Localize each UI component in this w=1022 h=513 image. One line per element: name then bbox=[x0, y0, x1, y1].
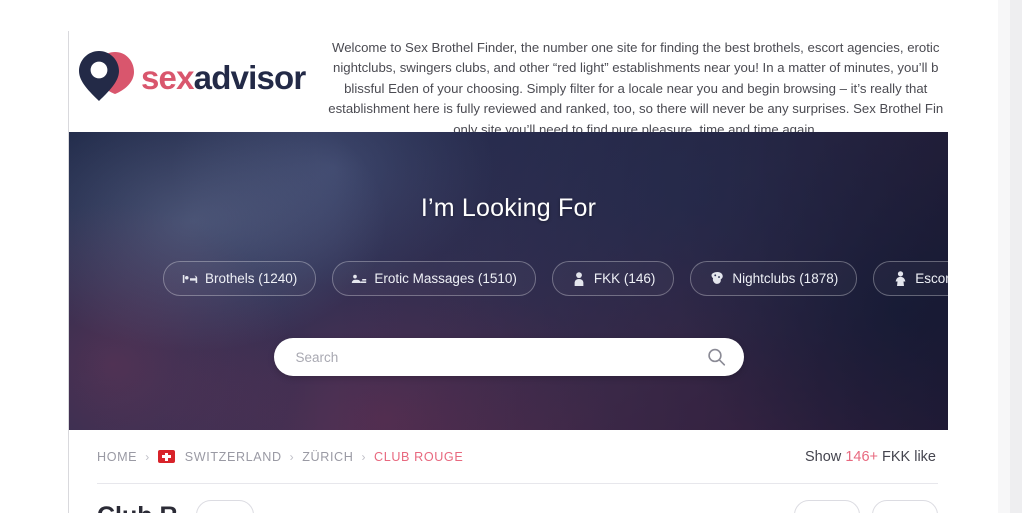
search-icon[interactable] bbox=[707, 348, 726, 367]
location-pin-heart-icon bbox=[77, 48, 139, 106]
breadcrumb-item-home[interactable]: HOME bbox=[97, 450, 137, 464]
logo-wordmark: sexadvisor bbox=[141, 58, 307, 96]
listing-title: Club R bbox=[97, 502, 178, 513]
category-pill-brothels[interactable]: Brothels (1240) bbox=[163, 261, 317, 296]
switzerland-flag-icon bbox=[157, 450, 175, 463]
filter-note-prefix: Show bbox=[805, 448, 846, 465]
category-filter-row: Brothels (1240) Erotic Massages (1510) F… bbox=[69, 261, 948, 296]
listing-section: Club R bbox=[69, 483, 948, 513]
category-pill-label: Brothels (1240) bbox=[205, 271, 298, 286]
category-pill-label: Erotic Massages (1510) bbox=[374, 271, 517, 286]
breadcrumb-bar: HOME › SWITZERLAND › ZÜRICH › CLUB ROUGE… bbox=[69, 430, 948, 483]
welcome-line-1: Welcome to Sex Brothel Finder, the numbe… bbox=[332, 40, 940, 55]
breadcrumb-item-zurich[interactable]: ZÜRICH bbox=[302, 450, 353, 464]
scrollbar-track[interactable] bbox=[1010, 0, 1022, 513]
category-pill-erotic-massages[interactable]: Erotic Massages (1510) bbox=[332, 261, 536, 296]
cocktail-icon bbox=[709, 271, 725, 287]
welcome-line-4: establishment here is fully reviewed and… bbox=[328, 101, 944, 117]
listing-action-button-1[interactable] bbox=[794, 500, 860, 513]
welcome-text: Welcome to Sex Brothel Finder, the numbe… bbox=[323, 38, 948, 140]
search-box[interactable] bbox=[273, 338, 744, 376]
massage-icon bbox=[351, 271, 367, 287]
breadcrumb-item-club-rouge: CLUB ROUGE bbox=[374, 449, 464, 464]
bed-icon bbox=[182, 271, 198, 287]
site-logo[interactable]: sexadvisor bbox=[77, 48, 307, 106]
page-content: sexadvisor Welcome to Sex Brothel Finder… bbox=[68, 31, 948, 513]
category-pill-label: FKK (146) bbox=[593, 271, 656, 286]
category-pill-fkk[interactable]: FKK (146) bbox=[551, 261, 675, 296]
category-pill-label: Escort Agency (814 bbox=[915, 271, 948, 286]
breadcrumb-separator: › bbox=[289, 449, 295, 464]
breadcrumb-separator: › bbox=[145, 449, 150, 464]
listing-badge-button[interactable] bbox=[195, 500, 254, 513]
breadcrumb-item-switzerland[interactable]: SWITZERLAND bbox=[185, 450, 282, 464]
person-icon bbox=[571, 271, 587, 287]
category-pill-label: Nightclubs (1878) bbox=[732, 271, 839, 286]
hero-search bbox=[273, 338, 744, 376]
filter-note: Show 146+ FKK like bbox=[805, 449, 940, 465]
welcome-line-3: blissful Eden of your choosing. Simply f… bbox=[344, 80, 928, 96]
logo-word-advisor: advisor bbox=[193, 58, 307, 96]
category-pill-escort-agency[interactable]: Escort Agency (814 bbox=[873, 261, 948, 296]
hero-title: I’m Looking For bbox=[420, 194, 597, 222]
logo-word-sex: sex bbox=[141, 58, 194, 96]
listing-actions bbox=[794, 500, 938, 513]
listing-header-row: Club R bbox=[97, 499, 938, 513]
hero-banner: I’m Looking For Brothels (1240) Erotic M… bbox=[69, 132, 948, 430]
section-divider bbox=[97, 483, 938, 484]
welcome-line-2: nightclubs, swingers clubs, and other “r… bbox=[333, 60, 939, 76]
escort-icon bbox=[892, 271, 908, 287]
breadcrumb-separator: › bbox=[361, 449, 367, 464]
page-right-gutter bbox=[998, 0, 1010, 513]
search-input[interactable] bbox=[273, 338, 744, 376]
site-header: sexadvisor Welcome to Sex Brothel Finder… bbox=[69, 31, 948, 137]
listing-action-button-2[interactable] bbox=[872, 500, 938, 513]
category-pill-nightclubs[interactable]: Nightclubs (1878) bbox=[690, 261, 858, 296]
filter-note-count: 146+ bbox=[845, 448, 878, 465]
filter-note-suffix: FKK like bbox=[877, 448, 936, 465]
browser-viewport: sexadvisor Welcome to Sex Brothel Finder… bbox=[0, 0, 1022, 513]
breadcrumb: HOME › SWITZERLAND › ZÜRICH › CLUB ROUGE bbox=[97, 450, 463, 464]
